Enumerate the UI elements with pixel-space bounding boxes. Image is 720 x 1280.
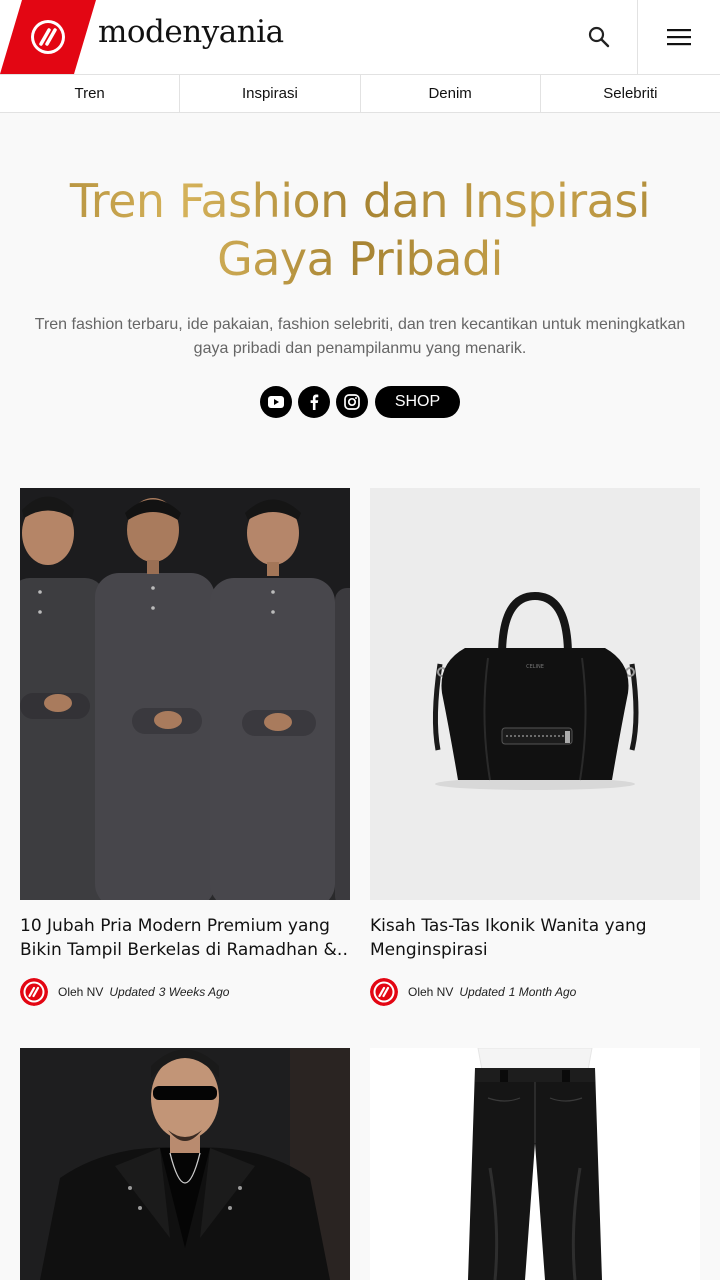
nav-item-inspirasi[interactable]: Inspirasi <box>180 75 361 112</box>
author-avatar-icon[interactable] <box>370 978 398 1006</box>
site-header: modenyania <box>0 0 720 75</box>
category-nav: Tren Inspirasi Denim Selebriti <box>0 75 720 113</box>
article-meta: Oleh NV Updated 3 Weeks Ago <box>20 978 350 1006</box>
page-description-line-1: Tren fashion terbaru, ide pakaian, fashi… <box>34 316 686 333</box>
search-button[interactable] <box>560 0 638 74</box>
author-name[interactable]: Oleh NV <box>408 985 453 999</box>
article-card[interactable] <box>370 1048 700 1280</box>
youtube-icon <box>267 396 284 408</box>
instagram-link[interactable] <box>335 386 368 418</box>
article-image-handbag[interactable]: CELINE <box>370 488 700 900</box>
menu-button[interactable] <box>638 0 720 74</box>
page-title-line-1: Tren Fashion dan Inspirasi <box>69 174 651 228</box>
social-links: SHOP <box>0 386 720 418</box>
youtube-link[interactable] <box>259 386 292 418</box>
search-icon <box>588 26 609 48</box>
article-title[interactable]: 10 Jubah Pria Modern Premium yang Bikin … <box>20 914 350 962</box>
hamburger-menu-icon <box>667 29 691 46</box>
brand-logo-icon[interactable] <box>0 0 96 74</box>
nav-item-selebriti[interactable]: Selebriti <box>541 75 720 112</box>
article-title[interactable]: Kisah Tas-Tas Ikonik Wanita yang Mengins… <box>370 914 700 962</box>
article-title-line-2: Menginspirasi <box>370 940 488 960</box>
page-title-line-2: Gaya Pribadi <box>217 232 503 286</box>
shop-button[interactable]: SHOP <box>374 386 461 418</box>
instagram-icon <box>343 394 360 410</box>
updated-time: 1 Month Ago <box>508 985 577 999</box>
article-card[interactable] <box>20 1048 350 1280</box>
author-name[interactable]: Oleh NV <box>58 985 103 999</box>
article-title-line-1: 10 Jubah Pria Modern Premium yang <box>20 916 330 936</box>
updated-label: Updated <box>459 985 505 999</box>
author-avatar-icon[interactable] <box>20 978 48 1006</box>
black-handbag-photo: CELINE <box>370 488 700 900</box>
leather-pants-photo <box>370 1048 700 1280</box>
article-title-line-2: Bikin Tampil Berkelas di Ramadhan &… <box>20 940 350 960</box>
page-description: Tren fashion terbaru, ide pakaian, fashi… <box>30 313 690 361</box>
brand-name[interactable]: modenyania <box>98 14 284 50</box>
men-in-robes-photo <box>20 488 350 900</box>
article-image-leather-jacket[interactable] <box>20 1048 350 1280</box>
facebook-icon <box>310 394 319 410</box>
article-image-men-robes[interactable] <box>20 488 350 900</box>
updated-time: 3 Weeks Ago <box>158 985 230 999</box>
page-description-line-2: gaya pribadi dan penampilanmu yang menar… <box>193 340 527 357</box>
updated-label: Updated <box>109 985 155 999</box>
man-leather-jacket-photo <box>20 1048 350 1280</box>
article-meta: Oleh NV Updated 1 Month Ago <box>370 978 700 1006</box>
nav-item-tren[interactable]: Tren <box>0 75 181 112</box>
article-image-leather-pants[interactable] <box>370 1048 700 1280</box>
svg-text:CELINE: CELINE <box>526 664 544 670</box>
page-title: Tren Fashion dan Inspirasi Gaya Pribadi <box>0 172 720 288</box>
article-title-line-1: Kisah Tas-Tas Ikonik Wanita yang <box>370 916 647 936</box>
nav-item-denim[interactable]: Denim <box>361 75 541 112</box>
facebook-link[interactable] <box>297 386 330 418</box>
